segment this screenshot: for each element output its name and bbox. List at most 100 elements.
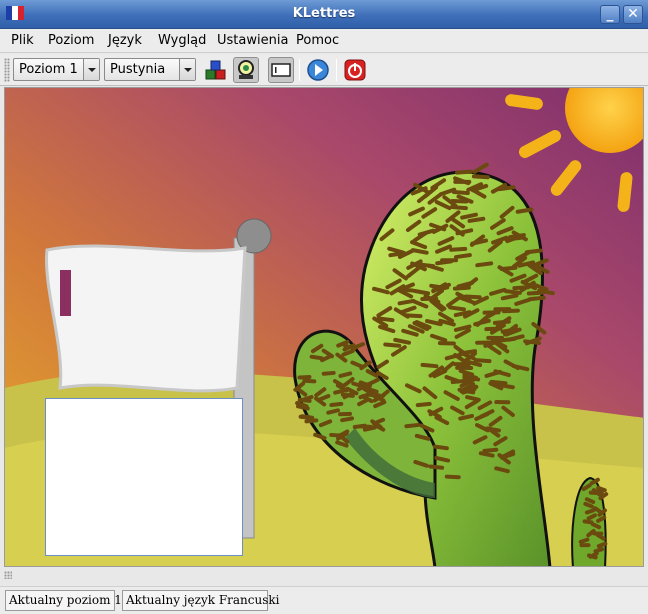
cactus-spine [494, 466, 510, 474]
play-next-icon [307, 59, 329, 81]
cactus-spine [454, 169, 473, 175]
cactus-spine [326, 408, 340, 415]
minimize-icon: _ [606, 6, 614, 22]
cactus-spine [582, 519, 594, 525]
cactus-spine [428, 464, 445, 470]
cactus-spine [302, 378, 317, 384]
game-scene [4, 87, 644, 567]
grown-up-mode-icon [238, 60, 254, 79]
cactus-spine [415, 401, 432, 408]
cactus-spine [449, 246, 468, 252]
toolbar-separator [299, 59, 300, 81]
cactus-spine [298, 414, 313, 420]
cactus-spine [393, 337, 411, 345]
cactus-spine [473, 358, 492, 364]
cactus-spine [475, 261, 494, 268]
resize-grip[interactable] [4, 571, 12, 579]
cactus-spine [515, 207, 534, 214]
cactus-spine [358, 424, 373, 429]
cactus-spine [586, 513, 597, 521]
cactus-spine [584, 508, 596, 515]
cactus-spine [527, 295, 546, 302]
cactus-spine [590, 522, 602, 530]
menu-jezyk[interactable]: Język [108, 33, 142, 48]
menubar-toggle-icon [271, 63, 291, 77]
cactus-spine [460, 212, 478, 220]
cactus-spine [503, 289, 522, 295]
next-button[interactable] [305, 57, 331, 83]
cactus-spine [420, 362, 439, 369]
cactus-spine [397, 298, 416, 306]
menu-plik[interactable]: Plik [11, 33, 34, 48]
cactus-spine [537, 288, 555, 296]
cactus-spine [458, 413, 474, 421]
chevron-down-icon[interactable] [179, 59, 195, 80]
cactus-spine [578, 537, 590, 544]
cactus-spine [414, 433, 431, 441]
title-bar[interactable]: KLettres _ ✕ [0, 0, 648, 29]
cactus-spine [329, 401, 344, 408]
cactus-spine [467, 216, 486, 223]
chevron-down-icon[interactable] [83, 59, 99, 80]
cactus-spine [338, 371, 353, 378]
cactus-spine [586, 553, 598, 560]
window-title: KLettres [292, 6, 356, 21]
cactus-spine [412, 288, 431, 296]
minimize-button[interactable]: _ [600, 5, 620, 24]
cactus-spine [309, 354, 324, 361]
cactus-spine [404, 422, 421, 429]
cactus-spine [448, 305, 467, 312]
close-button[interactable]: ✕ [623, 5, 643, 24]
menu-pomoc[interactable]: Pomoc [296, 33, 339, 48]
blocks-icon [205, 60, 226, 80]
cactus-spine [500, 293, 519, 301]
status-level: Aktualny poziom 1 [5, 590, 122, 611]
close-icon: ✕ [627, 6, 639, 22]
cactus-spine [444, 474, 461, 480]
cactus-spine [484, 326, 503, 332]
cactus-spine [497, 185, 516, 192]
cactus-spine [376, 316, 395, 323]
cactus-spine [296, 404, 310, 411]
theme-combo-value: Pustynia [110, 62, 166, 77]
cactus-spine [435, 259, 454, 266]
cactus-spine [304, 418, 319, 424]
cactus-spine [396, 287, 415, 293]
toolbar: Poziom 1 Pustynia [0, 54, 648, 86]
kid-mode-button[interactable] [203, 57, 229, 83]
cactus-spine [297, 397, 312, 403]
cactus-spine [593, 488, 604, 495]
cactus-spine [450, 198, 469, 204]
menu-bar: Plik Poziom Język Wygląd Ustawienia Pomo… [0, 29, 648, 53]
quit-button[interactable] [342, 57, 368, 83]
cactus-spine [434, 455, 451, 463]
cactus-spine [482, 447, 499, 453]
grown-up-mode-button[interactable] [233, 57, 259, 83]
status-bar: Aktualny poziom 1 Aktualny język Francus… [0, 586, 648, 614]
cactus-spine [593, 547, 605, 554]
cactus-spine [583, 501, 594, 509]
cactus-spine [410, 248, 429, 255]
cactus-spine [453, 253, 472, 260]
flag-letter-mark [60, 270, 71, 316]
toolbar-separator [336, 59, 337, 81]
cactus-spine [342, 343, 357, 351]
cactus-spine [471, 174, 490, 180]
letter-input-box[interactable] [45, 398, 243, 556]
toolbar-grip[interactable] [4, 58, 10, 82]
menu-ustawienia[interactable]: Ustawienia [217, 33, 288, 48]
cactus-spine [340, 416, 354, 423]
level-combo-value: Poziom 1 [19, 62, 78, 77]
cactus-spine [584, 497, 596, 505]
cactus-spine [449, 205, 468, 211]
menu-poziom[interactable]: Poziom [48, 33, 94, 48]
cactus-spine [383, 342, 402, 348]
quit-icon [344, 59, 366, 81]
menu-wyglad[interactable]: Wygląd [158, 33, 206, 48]
cactus-spine [451, 189, 470, 196]
cactus-spine [478, 451, 495, 458]
level-combo[interactable]: Poziom 1 [13, 58, 100, 81]
theme-combo[interactable]: Pustynia [104, 58, 196, 81]
cactus-spine [432, 444, 449, 451]
menubar-toggle-button[interactable] [268, 57, 294, 83]
